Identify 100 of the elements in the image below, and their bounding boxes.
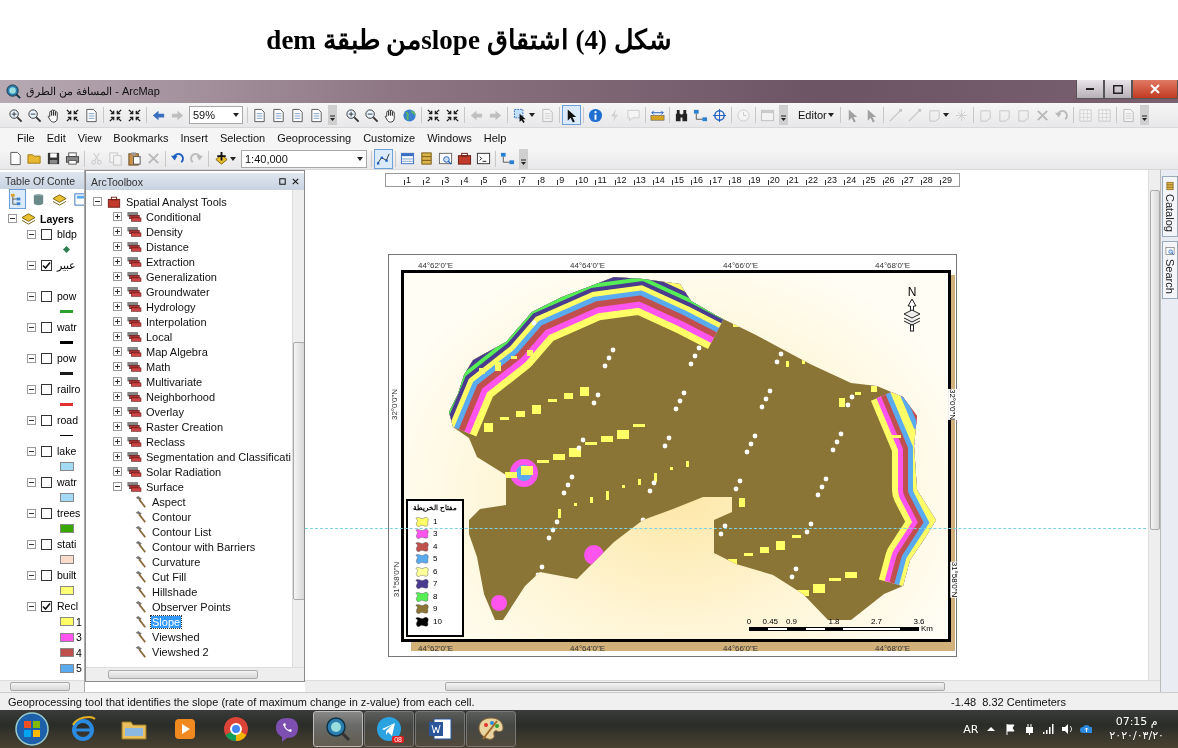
menu-item[interactable]: Selection	[214, 130, 271, 146]
toolset-item[interactable]: Surface	[145, 480, 185, 493]
toolset-item[interactable]: Solar Radiation	[145, 465, 223, 478]
scale-label: 3.6	[913, 617, 925, 626]
ruler-number: 17	[712, 175, 723, 186]
toolset-item[interactable]: Conditional	[145, 210, 203, 223]
ruler-number: 1	[406, 175, 411, 186]
layer-name[interactable]: trees	[57, 507, 81, 520]
editor-menu[interactable]: Editor	[794, 105, 838, 125]
toolset-item[interactable]: Multivariate	[145, 375, 204, 388]
menu-item[interactable]: Bookmarks	[108, 130, 174, 146]
side-tab[interactable]: Catalog	[1161, 176, 1178, 237]
legend-label: 4	[433, 541, 438, 551]
toolset-item[interactable]: Spatial Analyst Tools	[125, 195, 228, 208]
menu-item[interactable]: Help	[478, 130, 512, 146]
ruler-number: 2	[425, 175, 431, 186]
layer-name[interactable]: عبير	[57, 259, 76, 272]
side-tab[interactable]: Search	[1161, 240, 1178, 299]
ruler-number: 12	[616, 175, 627, 186]
toolset-item[interactable]: Local	[145, 330, 174, 343]
tool-item[interactable]: Contour List	[151, 525, 213, 538]
toolset-item[interactable]: Hydrology	[145, 300, 197, 313]
toolset-item[interactable]: Neighborhood	[145, 390, 217, 403]
coordinate-label: 32°0'0"N	[390, 388, 400, 421]
layer-name[interactable]: bldp	[57, 228, 77, 241]
tool-item[interactable]: Curvature	[151, 555, 202, 568]
status-message: Geoprocessing tool that identifies the slope (rate of maximum change in z-value) from each cell.	[8, 695, 475, 708]
layer-name[interactable]: railro	[57, 383, 81, 396]
panel-title: ArcToolbox	[91, 175, 143, 188]
menu-item[interactable]: Edit	[41, 130, 71, 146]
panel-title: Table Of Conte	[0, 172, 84, 189]
layer-name[interactable]: watr	[57, 476, 77, 489]
toolset-item[interactable]: Segmentation and Classificati	[145, 450, 292, 463]
toolset-item[interactable]: Groundwater	[145, 285, 211, 298]
toolset-item[interactable]: Reclass	[145, 435, 187, 448]
coordinate-label: 31°58'0"N	[950, 561, 960, 598]
ruler-number: 24	[846, 175, 857, 186]
toolset-item[interactable]: Generalization	[145, 270, 218, 283]
coordinate-label: 44°68'0"E	[875, 644, 911, 653]
menu-item[interactable]: Customize	[358, 130, 421, 146]
legend-label: 5	[433, 554, 438, 564]
menu-item[interactable]: Insert	[175, 130, 213, 146]
menu-item[interactable]: Windows	[422, 130, 477, 146]
legend-label: 1	[433, 516, 438, 526]
layer-name[interactable]: stati	[57, 538, 77, 551]
toolset-item[interactable]: Raster Creation	[145, 420, 225, 433]
window-title: المسافة من الطرق - ArcMap	[26, 85, 160, 98]
coordinate-label: 44°62'0"E	[418, 644, 454, 653]
toolset-item[interactable]: Interpolation	[145, 315, 208, 328]
menu-item[interactable]: View	[72, 130, 107, 146]
coordinate-label: 31°58'0"N	[392, 561, 402, 598]
dropdown-field[interactable]: 59%	[189, 106, 243, 124]
legend-label: 7	[433, 579, 438, 589]
toolset-item[interactable]: Map Algebra	[145, 345, 209, 358]
layer-name[interactable]: road	[57, 414, 78, 427]
toolset-item[interactable]: Overlay	[145, 405, 185, 418]
layer-name[interactable]: built	[57, 569, 77, 582]
tool-item[interactable]: Viewshed 2	[151, 645, 210, 658]
layer-name[interactable]: watr	[57, 321, 77, 334]
scale-label: 0.9	[785, 617, 798, 626]
dropdown-field[interactable]: 1:40,000	[241, 149, 367, 168]
toolset-item[interactable]: Math	[145, 360, 172, 373]
ruler-number: 14	[654, 175, 665, 186]
layer-name[interactable]: Recl	[57, 600, 78, 613]
ruler-number: 11	[597, 175, 607, 186]
layer-name[interactable]: pow	[57, 290, 77, 303]
coordinate-label: 44°64'0"E	[570, 261, 606, 270]
menu-item[interactable]: File	[12, 130, 40, 146]
toolset-item[interactable]: Distance	[145, 240, 190, 253]
coordinate-label: 44°66'0"E	[723, 644, 759, 653]
ruler-number: 16	[693, 175, 704, 186]
ruler-number: 3	[444, 175, 450, 186]
ruler-number: 18	[731, 175, 742, 186]
ruler-number: 25	[865, 175, 876, 186]
language-indicator[interactable]: AR	[963, 722, 979, 736]
ruler-number: 29	[941, 175, 952, 186]
ruler-number: 4	[463, 175, 469, 186]
tool-item[interactable]: Observer Points	[151, 600, 232, 613]
menu-item[interactable]: Geoprocessing	[272, 130, 357, 146]
layer-name[interactable]: lake	[57, 445, 77, 458]
document-caption: شكل (4) اشتقاق slopeمن طبقة dem	[266, 24, 672, 56]
ruler-number: 22	[807, 175, 818, 186]
toolset-item[interactable]: Extraction	[145, 255, 196, 268]
layer-group-label: Layers	[40, 212, 74, 225]
toolset-item[interactable]: Density	[145, 225, 184, 238]
coordinate-label: 44°64'0"E	[570, 644, 606, 653]
tool-item[interactable]: Viewshed	[151, 630, 201, 643]
ruler-number: 21	[788, 175, 799, 186]
ruler-number: 13	[635, 175, 646, 186]
coordinate-label: 44°66'0"E	[723, 261, 759, 270]
tool-item[interactable]: Contour	[151, 510, 193, 523]
tool-item[interactable]: Aspect	[151, 495, 187, 508]
layer-name[interactable]: pow	[57, 352, 77, 365]
tool-item[interactable]: Hillshade	[151, 585, 199, 598]
scale-label: 0	[746, 617, 752, 626]
clock-time: 07:15 م	[1115, 715, 1158, 729]
tool-item[interactable]: Cut Fill	[151, 570, 188, 583]
ruler-number: 23	[827, 175, 838, 186]
tool-item[interactable]: Contour with Barriers	[151, 540, 257, 553]
ruler-number: 8	[540, 175, 545, 186]
